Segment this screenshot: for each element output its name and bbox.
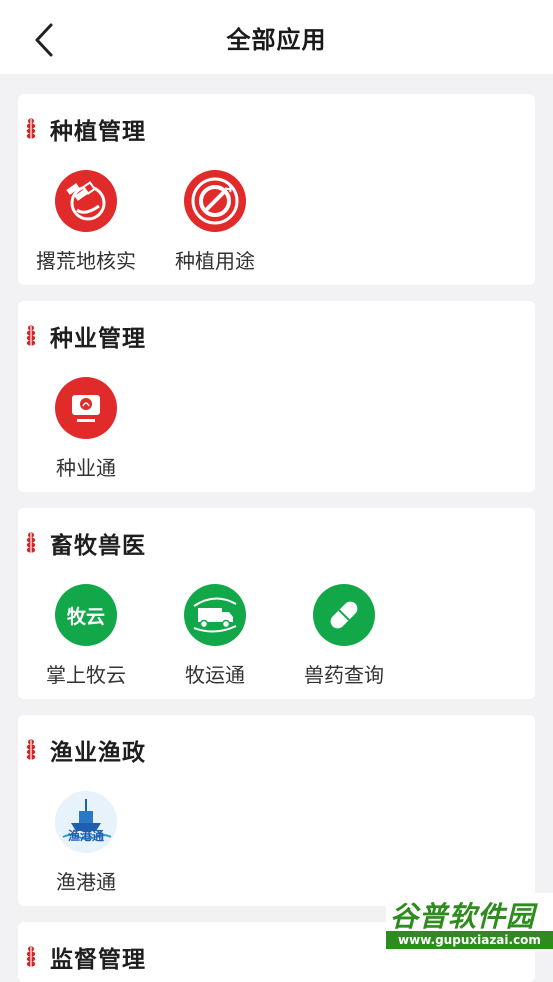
app-abandoned-land-verify[interactable]: 撂荒地核实	[21, 170, 151, 274]
fishing-ship-icon: 渔港通	[55, 791, 117, 853]
watermark: 谷普软件园 www.gupuxiazai.com	[386, 893, 553, 951]
section-title: 监督管理	[50, 947, 146, 973]
wheat-icon	[26, 738, 40, 762]
app-planting-purpose[interactable]: 种植用途	[150, 170, 280, 274]
app-seed-industry[interactable]: 种业通	[21, 377, 151, 481]
watermark-logo: 谷普软件园	[390, 900, 536, 933]
app-vet-drug-query[interactable]: 兽药查询	[279, 584, 409, 688]
satellite-globe-icon	[55, 170, 117, 232]
app-label: 掌上牧云	[46, 663, 126, 687]
app-label: 撂荒地核实	[36, 249, 136, 273]
fishing-port-logo-text: 渔港通	[67, 829, 104, 843]
page-title: 全部应用	[226, 25, 327, 54]
wheat-icon	[26, 324, 40, 348]
watermark-url: www.gupuxiazai.com	[386, 931, 553, 949]
section-header: 监督管理	[26, 942, 146, 973]
no-grain-icon	[184, 170, 246, 232]
app-label: 种业通	[56, 456, 116, 480]
seedling-monitor-icon	[55, 377, 117, 439]
app-label: 渔港通	[56, 870, 116, 894]
wheat-icon	[26, 531, 40, 555]
section-seed-management: 种业管理 种业通	[18, 301, 535, 492]
section-title: 渔业渔政	[50, 740, 146, 766]
section-header: 种植管理	[26, 114, 146, 145]
muyun-logo-text: 牧云	[66, 605, 105, 628]
section-title: 种业管理	[50, 326, 146, 352]
chevron-left-icon	[35, 23, 53, 57]
app-label: 兽药查询	[304, 663, 384, 687]
section-header: 畜牧兽医	[26, 528, 146, 559]
capsule-pill-icon	[313, 584, 375, 646]
section-header: 渔业渔政	[26, 735, 146, 766]
back-button[interactable]	[26, 20, 62, 60]
section-title: 畜牧兽医	[50, 533, 146, 559]
app-pocket-muyun[interactable]: 牧云 掌上牧云	[21, 584, 151, 688]
livestock-truck-icon	[184, 584, 246, 646]
section-planting-management: 种植管理 撂荒地核实 种植用途	[18, 94, 535, 285]
top-bar: 全部应用	[0, 0, 553, 74]
wheat-icon	[26, 117, 40, 141]
app-label: 牧运通	[185, 663, 245, 687]
section-title: 种植管理	[50, 119, 146, 145]
app-fishing-port[interactable]: 渔港通 渔港通	[21, 791, 151, 895]
section-animal-husbandry: 畜牧兽医 牧云 掌上牧云 牧运通 兽药查询	[18, 508, 535, 699]
app-label: 种植用途	[175, 249, 255, 273]
app-livestock-transport[interactable]: 牧运通	[150, 584, 280, 688]
section-header: 种业管理	[26, 321, 146, 352]
muyun-logo-icon: 牧云	[55, 584, 117, 646]
section-fishery: 渔业渔政 渔港通 渔港通	[18, 715, 535, 906]
wheat-icon	[26, 945, 40, 969]
